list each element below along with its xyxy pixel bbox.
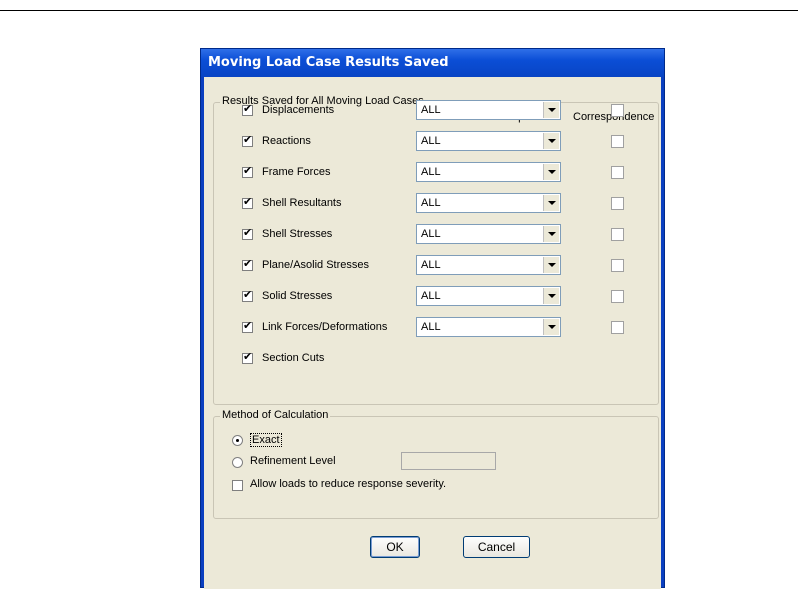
dialog-client-area: Results Saved for All Moving Load Cases … bbox=[204, 77, 661, 589]
chevron-down-icon[interactable] bbox=[543, 288, 559, 304]
result-checkbox[interactable] bbox=[242, 257, 253, 271]
moving-load-results-dialog: Moving Load Case Results Saved Results S… bbox=[200, 48, 665, 589]
select-group-dropdown[interactable]: ALL bbox=[416, 162, 561, 182]
select-group-value: ALL bbox=[421, 104, 441, 116]
chevron-down-icon[interactable] bbox=[543, 257, 559, 273]
result-label: Reactions bbox=[262, 135, 311, 147]
result-checkbox[interactable] bbox=[242, 102, 253, 116]
refinement-level-field[interactable] bbox=[401, 452, 496, 470]
chevron-down-icon[interactable] bbox=[543, 102, 559, 118]
select-group-dropdown[interactable]: ALL bbox=[416, 255, 561, 275]
chevron-down-icon[interactable] bbox=[543, 319, 559, 335]
select-group-dropdown[interactable]: ALL bbox=[416, 131, 561, 151]
chevron-down-icon[interactable] bbox=[543, 226, 559, 242]
correspondence-checkbox[interactable] bbox=[611, 135, 624, 148]
title-bar[interactable]: Moving Load Case Results Saved bbox=[201, 49, 664, 77]
results-saved-group: Results Saved for All Moving Load Cases … bbox=[213, 95, 659, 405]
result-checkbox[interactable] bbox=[242, 195, 253, 209]
cancel-button[interactable]: Cancel bbox=[463, 536, 530, 558]
select-group-value: ALL bbox=[421, 135, 441, 147]
result-label: Plane/Asolid Stresses bbox=[262, 259, 369, 271]
chevron-down-icon[interactable] bbox=[543, 195, 559, 211]
result-label: Section Cuts bbox=[262, 352, 325, 364]
correspondence-checkbox[interactable] bbox=[611, 197, 624, 210]
result-label: Shell Stresses bbox=[262, 228, 333, 240]
select-group-dropdown[interactable]: ALL bbox=[416, 317, 561, 337]
refinement-radio[interactable] bbox=[232, 457, 243, 468]
select-group-value: ALL bbox=[421, 228, 441, 240]
select-group-dropdown[interactable]: ALL bbox=[416, 100, 561, 120]
ok-button[interactable]: OK bbox=[370, 536, 420, 558]
correspondence-checkbox[interactable] bbox=[611, 321, 624, 334]
result-checkbox[interactable] bbox=[242, 350, 253, 364]
chevron-down-icon[interactable] bbox=[543, 164, 559, 180]
allow-loads-checkbox[interactable] bbox=[232, 480, 243, 491]
select-group-value: ALL bbox=[421, 259, 441, 271]
result-checkbox[interactable] bbox=[242, 226, 253, 240]
allow-loads-label[interactable]: Allow loads to reduce response severity. bbox=[250, 478, 446, 490]
top-rule bbox=[0, 10, 798, 11]
result-checkbox[interactable] bbox=[242, 164, 253, 178]
correspondence-checkbox[interactable] bbox=[611, 259, 624, 272]
method-of-calculation-group: Method of Calculation Exact Refinement L… bbox=[213, 409, 659, 519]
chevron-down-icon[interactable] bbox=[543, 133, 559, 149]
dialog-title: Moving Load Case Results Saved bbox=[208, 55, 449, 70]
select-group-value: ALL bbox=[421, 290, 441, 302]
result-label: Displacements bbox=[262, 104, 335, 116]
correspondence-checkbox[interactable] bbox=[611, 104, 624, 117]
select-group-value: ALL bbox=[421, 166, 441, 178]
correspondence-checkbox[interactable] bbox=[611, 166, 624, 179]
select-group-value: ALL bbox=[421, 197, 441, 209]
refinement-label[interactable]: Refinement Level bbox=[250, 455, 336, 467]
select-group-dropdown[interactable]: ALL bbox=[416, 224, 561, 244]
select-group-dropdown[interactable]: ALL bbox=[416, 193, 561, 213]
correspondence-checkbox[interactable] bbox=[611, 290, 624, 303]
exact-label[interactable]: Exact bbox=[250, 433, 282, 447]
correspondence-checkbox[interactable] bbox=[611, 228, 624, 241]
result-label: Link Forces/Deformations bbox=[262, 321, 388, 333]
exact-radio[interactable] bbox=[232, 435, 243, 446]
result-checkbox[interactable] bbox=[242, 133, 253, 147]
result-label: Shell Resultants bbox=[262, 197, 342, 209]
select-group-dropdown[interactable]: ALL bbox=[416, 286, 561, 306]
method-legend: Method of Calculation bbox=[220, 409, 331, 421]
result-label: Solid Stresses bbox=[262, 290, 333, 302]
result-checkbox[interactable] bbox=[242, 319, 253, 333]
result-label: Frame Forces bbox=[262, 166, 331, 178]
select-group-value: ALL bbox=[421, 321, 441, 333]
result-checkbox[interactable] bbox=[242, 288, 253, 302]
